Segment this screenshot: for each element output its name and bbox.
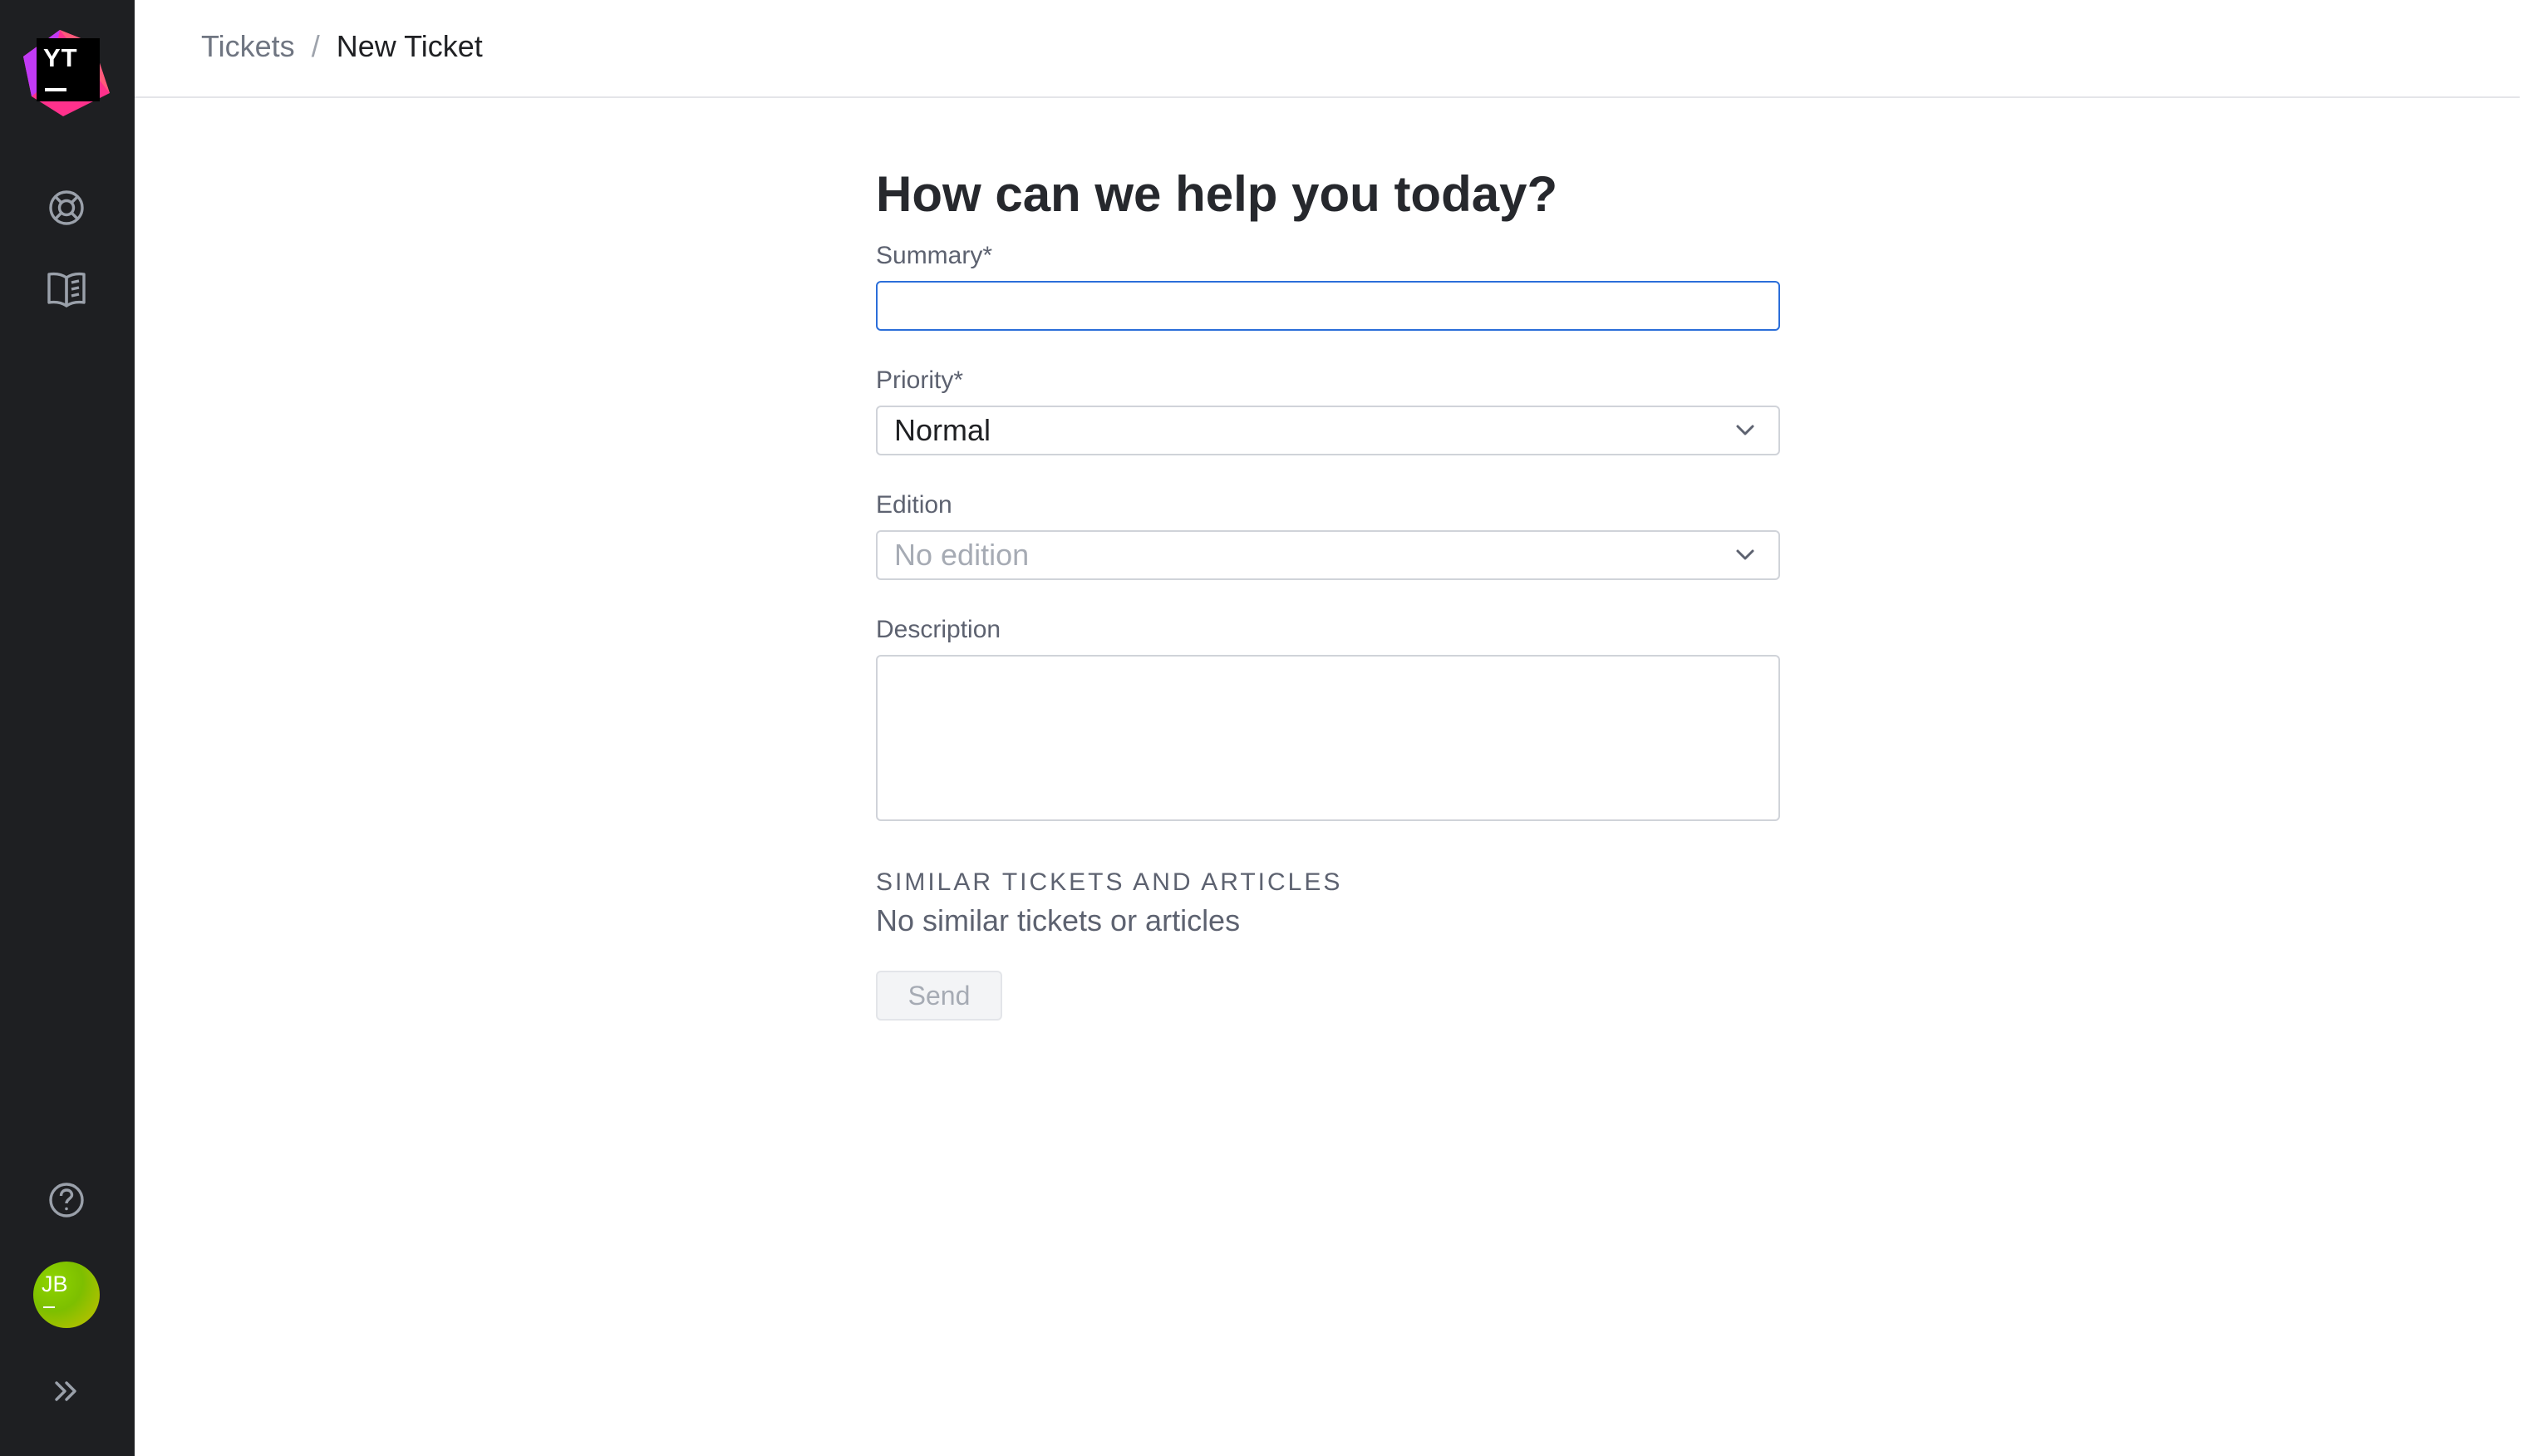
breadcrumb-tickets-link[interactable]: Tickets	[201, 28, 295, 65]
logo-text: YT	[43, 43, 78, 72]
header: Tickets / New Ticket	[135, 0, 2520, 98]
priority-select[interactable]: Normal	[876, 406, 1780, 455]
edition-select[interactable]: No edition	[876, 530, 1780, 580]
chevron-down-icon	[1736, 425, 1754, 435]
knowledge-base-icon[interactable]	[45, 268, 88, 311]
breadcrumb-current: New Ticket	[336, 29, 483, 63]
help-icon[interactable]	[45, 1178, 88, 1222]
expand-icon[interactable]	[45, 1370, 88, 1413]
breadcrumb-separator: /	[311, 29, 320, 63]
send-button[interactable]: Send	[876, 971, 1002, 1021]
logo-underline	[45, 88, 66, 91]
avatar[interactable]: JB	[33, 1262, 100, 1328]
edition-label: Edition	[876, 491, 952, 519]
summary-label: Summary*	[876, 242, 993, 269]
avatar-initials: JB	[42, 1272, 68, 1296]
description-label: Description	[876, 616, 1001, 643]
help-center-icon[interactable]	[45, 186, 88, 229]
window-edge	[2520, 0, 2533, 1456]
description-textarea[interactable]	[876, 655, 1780, 821]
priority-label: Priority*	[876, 366, 964, 394]
avatar-underline	[43, 1306, 55, 1308]
summary-input[interactable]	[876, 281, 1780, 331]
breadcrumb: Tickets / New Ticket	[201, 28, 483, 65]
sidebar: YT JB	[0, 0, 135, 1456]
similar-tickets-empty-text: No similar tickets or articles	[876, 903, 1241, 937]
priority-value: Normal	[894, 413, 991, 447]
edition-placeholder: No edition	[894, 538, 1030, 572]
app-logo[interactable]: YT	[22, 23, 115, 116]
page-title: How can we help you today?	[876, 166, 1558, 222]
chevron-down-icon	[1736, 549, 1754, 560]
similar-tickets-heading: SIMILAR TICKETS AND ARTICLES	[876, 868, 1343, 896]
